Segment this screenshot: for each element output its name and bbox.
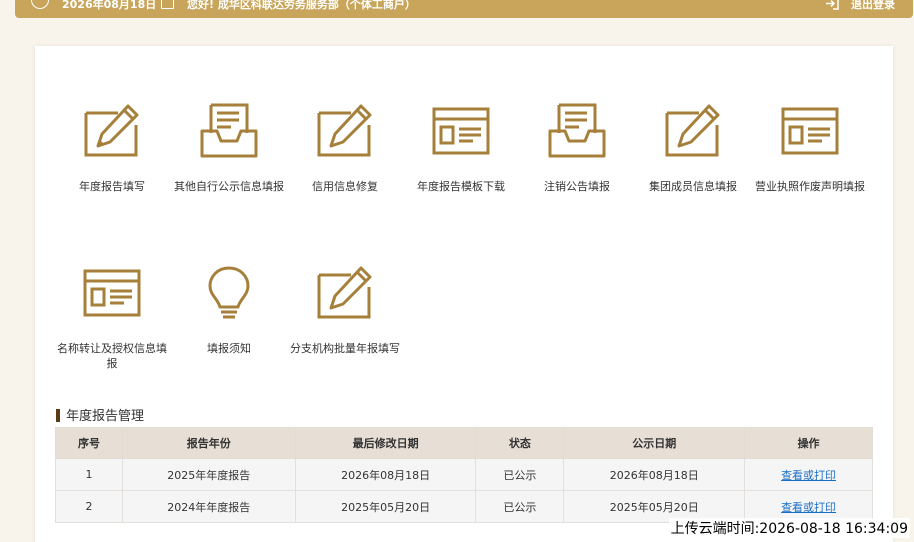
pen-icon [317,266,372,319]
col-header-publish-date: 公示日期 [563,427,746,459]
cell-modified: 2025年05月20日 [294,490,477,523]
clock-icon [31,0,49,9]
view-print-link[interactable]: 查看或打印 [781,501,836,514]
tile-credit-repair[interactable]: 信用信息修复 [287,103,403,194]
view-print-link[interactable]: 查看或打印 [781,469,836,482]
tile-label: 信用信息修复 [312,180,378,193]
tile-label: 名称转让及授权信息填报 [57,342,167,370]
current-date: 2026年08月18日 [62,0,157,11]
cell-year: 2025年年度报告 [121,458,296,491]
tile-group-members[interactable]: 集团成员信息填报 [635,103,751,194]
tile-template-download[interactable]: 年度报告模板下载 [403,103,519,194]
cell-year: 2024年年度报告 [121,490,296,523]
cell-status: 已公示 [475,458,565,491]
col-header-status: 状态 [475,427,565,459]
col-header-action: 操作 [744,427,873,459]
cell-action: 查看或打印 [744,458,873,491]
tile-label: 分支机构批量年报填写 [290,342,400,355]
section-marker [56,409,60,422]
form-icon [781,107,839,155]
tile-annual-report-fill[interactable]: 年度报告填写 [54,103,170,194]
pen-icon [665,104,720,157]
tile-label: 注销公告填报 [544,180,610,193]
tile-cancellation-notice[interactable]: 注销公告填报 [519,103,635,194]
tile-label: 年度报告填写 [79,180,145,193]
cell-status: 已公示 [475,490,565,523]
tile-other-disclosure[interactable]: 其他自行公示信息填报 [171,103,287,194]
form-icon [83,269,141,317]
col-header-index: 序号 [55,427,123,459]
annual-report-table: 序号 报告年份 最后修改日期 状态 公示日期 操作 1 2025年年度报告 20… [55,427,873,523]
table-row: 1 2025年年度报告 2026年08月18日 已公示 2026年08月18日 … [55,458,873,491]
tile-filing-notes[interactable]: 填报须知 [171,265,287,356]
tile-label: 年度报告模板下载 [417,180,505,193]
logout-icon[interactable] [825,0,839,10]
cell-index: 2 [55,490,123,523]
bulb-icon [208,266,250,319]
pen-icon [84,104,139,157]
table-header-row: 序号 报告年份 最后修改日期 状态 公示日期 操作 [55,427,873,459]
section-title: 年度报告管理 [56,405,144,424]
cell-modified: 2026年08月18日 [294,458,477,491]
tile-label: 其他自行公示信息填报 [174,180,284,193]
tile-license-void[interactable]: 营业执照作废声明填报 [752,103,868,194]
tile-label: 集团成员信息填报 [649,180,737,193]
tile-name-transfer[interactable]: 名称转让及授权信息填报 [54,265,170,371]
cell-index: 1 [55,458,123,491]
form-icon [432,107,490,155]
tile-label: 营业执照作废声明填报 [755,180,865,193]
tile-branch-batch[interactable]: 分支机构批量年报填写 [287,265,403,356]
top-bar: 2026年08月18日 您好! 成华区科联达劳务服务部（个体工商户） 退出登录 [15,0,913,18]
greeting-text: 您好! 成华区科联达劳务服务部（个体工商户） [187,0,416,11]
logout-button[interactable]: 退出登录 [851,0,895,10]
document-icon [161,0,174,9]
upload-timestamp: 上传云端时间:2026-08-18 16:34:09 [668,518,910,538]
pen-icon [317,104,372,157]
inbox-icon [548,103,606,158]
inbox-icon [200,103,258,158]
tile-label: 填报须知 [207,342,251,355]
col-header-year: 报告年份 [121,427,296,459]
col-header-modified: 最后修改日期 [294,427,477,459]
cell-publish-date: 2026年08月18日 [563,458,746,491]
